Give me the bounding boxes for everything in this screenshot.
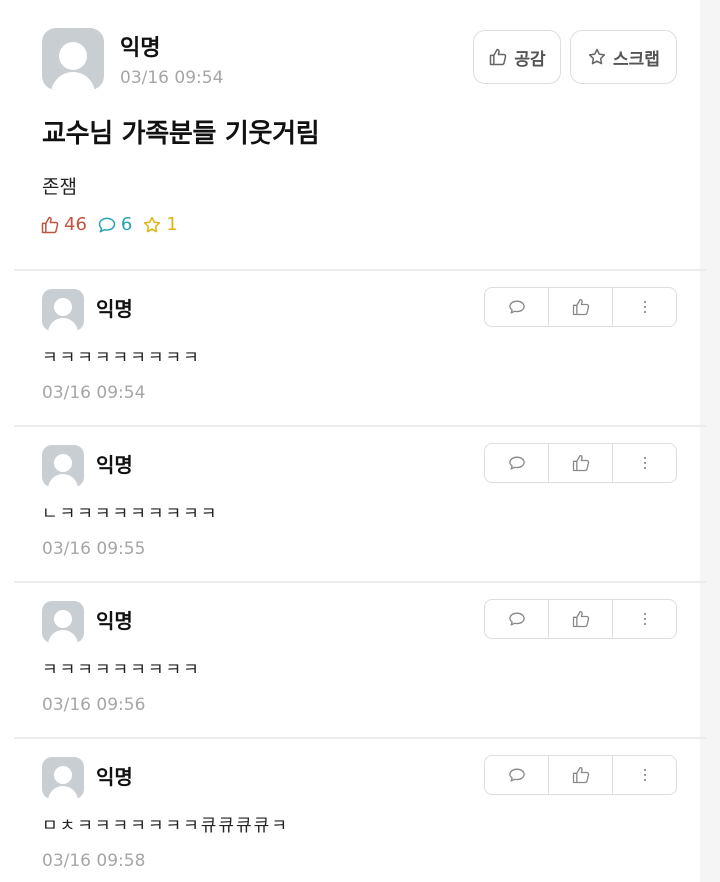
more-vertical-icon [643,612,646,626]
post: 익명 03/16 09:54 공감 스크랩 교수님 가족분들 기웃거림 존잼 4… [0,0,706,270]
comment-time: 03/16 09:55 [42,539,146,559]
comment-text: ㅁㅊㅋㅋㅋㅋㅋㅋㅋ큐큐큐큐ㅋ [42,816,289,836]
more-vertical-icon [643,456,646,470]
speech-bubble-icon [508,456,525,470]
comment-time: 03/16 09:54 [42,383,146,403]
comment-like-button[interactable] [548,600,612,638]
comment-actions [484,599,677,639]
speech-bubble-icon [508,300,525,314]
more-vertical-icon [643,300,646,314]
thumbs-up-icon [572,610,589,628]
post-stats: 46 6 1 [40,214,188,235]
like-count: 46 [40,214,87,235]
comment-like-button[interactable] [548,756,612,794]
comment-like-button[interactable] [548,444,612,482]
post-title: 교수님 가족분들 기웃거림 [42,119,320,149]
post-body: 존잼 [42,176,77,198]
scrap-count: 1 [142,214,178,235]
scrap-count-value: 1 [166,214,178,235]
comment-avatar [42,757,84,799]
more-options-button[interactable] [612,756,676,794]
reply-button[interactable] [485,288,548,326]
more-options-button[interactable] [612,600,676,638]
comment-like-button[interactable] [548,288,612,326]
comment-item: 익명 ㅋㅋㅋㅋㅋㅋㅋㅋㅋ 03/16 09:54 [0,271,706,426]
more-options-button[interactable] [612,444,676,482]
comment-author: 익명 [96,765,133,789]
thumbs-up-icon [572,766,589,784]
comment-time: 03/16 09:56 [42,695,146,715]
comment-item: 익명 ㅋㅋㅋㅋㅋㅋㅋㅋㅋ 03/16 09:56 [0,583,706,738]
star-icon [588,48,606,65]
comment-time: 03/16 09:58 [42,851,146,871]
comment-text: ㅋㅋㅋㅋㅋㅋㅋㅋㅋ [42,660,201,680]
reply-button[interactable] [485,600,548,638]
comment-item: 익명 ㅁㅊㅋㅋㅋㅋㅋㅋㅋ큐큐큐큐ㅋ 03/16 09:58 [0,739,706,882]
comment-text: ㄴㅋㅋㅋㅋㅋㅋㅋㅋㅋ [42,504,219,524]
comment-author: 익명 [96,609,133,633]
comment-count: 6 [97,214,132,235]
comment-avatar [42,289,84,331]
comment-count-value: 6 [120,214,133,235]
scrap-button-label: 스크랩 [613,49,660,70]
comment-actions [484,443,677,483]
comment-actions [484,287,677,327]
reply-button[interactable] [485,756,548,794]
comment-avatar [42,445,84,487]
speech-bubble-icon [508,768,525,782]
like-count-value: 46 [64,214,87,235]
like-button[interactable]: 공감 [473,30,561,84]
scrap-button[interactable]: 스크랩 [570,30,677,84]
comment-text: ㅋㅋㅋㅋㅋㅋㅋㅋㅋ [42,348,201,368]
speech-bubble-icon [508,612,525,626]
thumbs-up-icon [572,298,589,316]
post-avatar [42,28,104,90]
more-vertical-icon [643,768,646,782]
post-author: 익명 [120,36,161,61]
thumbs-up-icon [572,454,589,472]
reply-button[interactable] [485,444,548,482]
comment-author: 익명 [96,297,133,321]
comment-item: 익명 ㄴㅋㅋㅋㅋㅋㅋㅋㅋㅋ 03/16 09:55 [0,427,706,582]
comment-author: 익명 [96,453,133,477]
more-options-button[interactable] [612,288,676,326]
comment-avatar [42,601,84,643]
thumbs-up-icon [490,48,507,66]
thumbs-up-icon [41,216,59,233]
star-icon [144,216,161,232]
like-button-label: 공감 [514,49,546,70]
speech-bubble-icon [98,217,116,232]
post-time: 03/16 09:54 [120,68,224,88]
comment-actions [484,755,677,795]
